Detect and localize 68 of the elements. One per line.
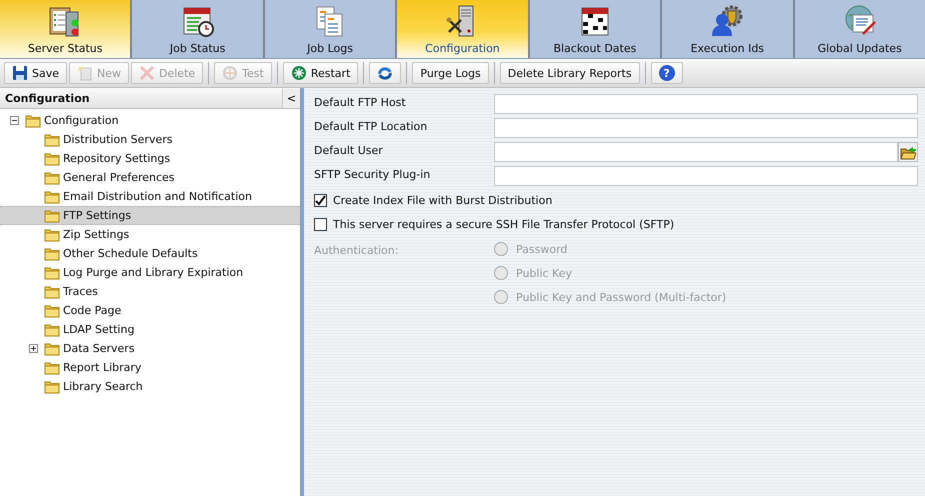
field-label: Default FTP Location (314, 119, 428, 133)
input-field[interactable] (494, 94, 918, 114)
tree-item[interactable]: Zip Settings (0, 225, 300, 244)
folder-icon (44, 265, 60, 280)
radio-label: Public Key (516, 266, 572, 280)
tree-item[interactable]: Repository Settings (0, 149, 300, 168)
tree-item[interactable]: Report Library (0, 358, 300, 377)
person-gear-icon (710, 4, 744, 38)
folder-icon (44, 132, 60, 147)
input-field[interactable] (494, 118, 918, 138)
check-icon (315, 194, 326, 206)
expand-icon[interactable] (29, 344, 38, 353)
input-field[interactable] (494, 142, 898, 162)
folder-icon (44, 303, 60, 318)
toolbar-button[interactable]: Restart (282, 62, 358, 84)
restart-icon (290, 65, 307, 81)
field-label: SFTP Security Plug-in (314, 167, 432, 181)
tree-item[interactable]: Email Distribution and Notification (0, 187, 300, 206)
collapse-icon[interactable] (10, 116, 19, 125)
folder-icon (44, 208, 60, 223)
collapse-button[interactable]: < (282, 88, 300, 108)
radio-label: Password (516, 242, 568, 256)
input-field[interactable] (494, 166, 918, 186)
field-label: Authentication: (314, 243, 400, 259)
tree-item[interactable]: Distribution Servers (0, 130, 300, 149)
help-icon: ? (658, 65, 675, 81)
folder-icon (44, 246, 60, 261)
tree-item[interactable]: Code Page (0, 301, 300, 320)
toolbar-button[interactable]: Purge Logs (412, 62, 489, 84)
folder-icon (25, 113, 41, 128)
tab[interactable]: Configuration (397, 0, 530, 58)
refresh-button[interactable] (369, 62, 402, 84)
checkbox[interactable] (314, 218, 327, 230)
folder-icon (44, 322, 60, 337)
field-label: Default FTP Host (314, 95, 407, 109)
tree-item[interactable]: LDAP Setting (0, 320, 300, 339)
browse-button[interactable] (898, 142, 918, 162)
tree-item[interactable]: Library Search (0, 377, 300, 396)
toolbar-button[interactable]: Save (4, 62, 68, 84)
open-folder-icon (900, 144, 916, 160)
tree-item[interactable]: General Preferences (0, 168, 300, 187)
folder-icon (44, 379, 60, 394)
folder-icon (44, 170, 60, 185)
help-button[interactable]: ? (650, 62, 683, 84)
tab[interactable]: Server Status (0, 0, 132, 58)
delete-icon (139, 65, 156, 81)
refresh-icon (377, 65, 394, 81)
tree-item[interactable]: Other Schedule Defaults (0, 244, 300, 263)
checkbox-label: This server requires a secure SSH File Transfer Protocol (SFTP) (333, 218, 674, 230)
field-label: Default User (314, 143, 384, 157)
tree-item[interactable]: Configuration (0, 111, 300, 130)
tree-item[interactable]: FTP Settings (0, 206, 300, 225)
tree-item[interactable]: Traces (0, 282, 300, 301)
folder-icon (44, 227, 60, 242)
folder-icon (44, 341, 60, 356)
save-icon (12, 65, 28, 81)
target-icon (222, 65, 238, 81)
tree-item[interactable]: Data Servers (0, 339, 300, 358)
checkbox[interactable] (314, 194, 327, 206)
tree-item[interactable]: Log Purge and Library Expiration (0, 263, 300, 282)
folder-icon (44, 151, 60, 166)
folder-icon (44, 360, 60, 375)
panel-title: Configuration (5, 92, 90, 104)
radio-label: Public Key and Password (Multi-factor) (516, 290, 726, 304)
checkbox-label: Create Index File with Burst Distribution (333, 194, 552, 206)
folder-icon (44, 189, 60, 204)
toolbar-button[interactable]: Delete Library Reports (500, 62, 640, 84)
folder-icon (44, 284, 60, 299)
